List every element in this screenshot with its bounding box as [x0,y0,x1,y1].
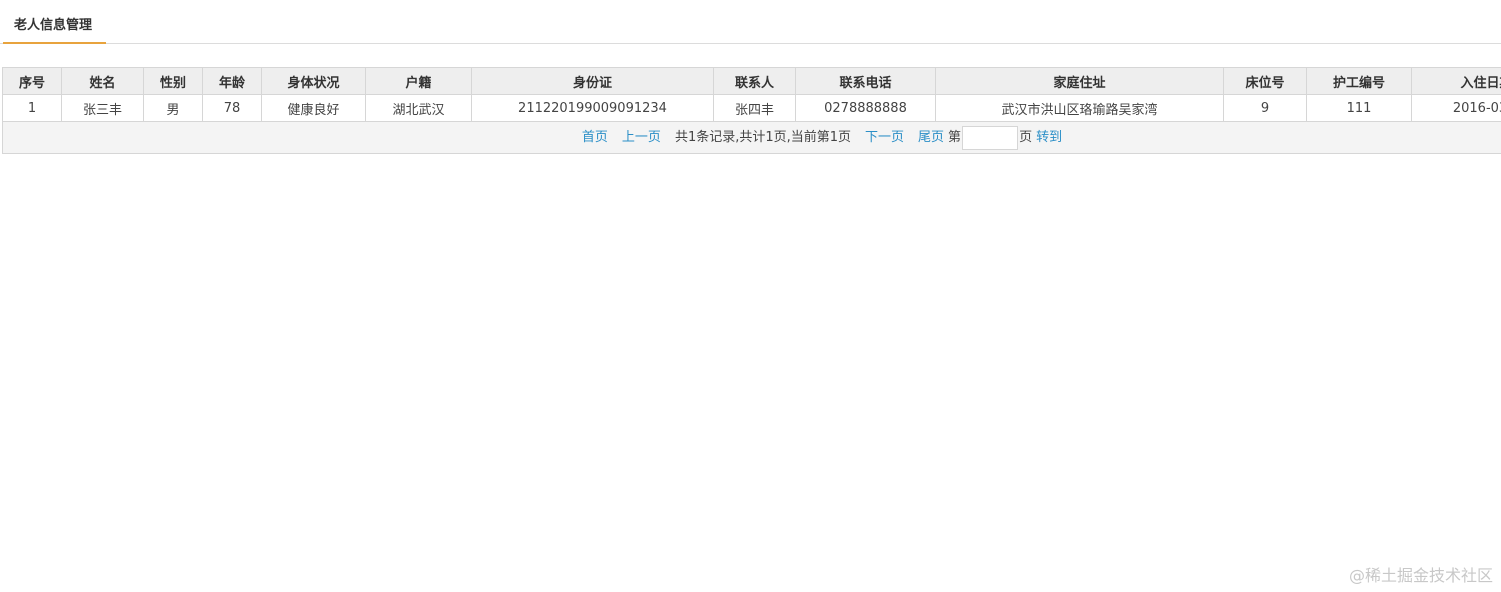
cell-age: 78 [202,94,262,122]
cell-health: 健康良好 [261,94,366,122]
cell-index: 1 [2,94,62,122]
column-header-age: 年龄 [202,67,262,95]
cell-name: 张三丰 [61,94,144,122]
column-header-gender: 性别 [143,67,203,95]
prev-page-link[interactable]: 上一页 [622,130,661,145]
cell-id-card: 211220199009091234 [471,94,714,122]
pager-summary: 共1条记录,共计1页,当前第1页 [674,130,852,145]
column-header-checkin-date: 入住日期 [1411,67,1501,95]
table-row[interactable]: 1 张三丰 男 78 健康良好 湖北武汉 211220199009091234 … [2,94,1501,122]
last-page-link[interactable]: 尾页 [918,130,944,145]
elder-info-table-container: 序号 姓名 性别 年龄 身体状况 户籍 身份证 联系人 联系电话 家庭住址 床位… [2,67,1501,154]
watermark: @稀土掘金技术社区 [1348,566,1493,585]
column-header-name: 姓名 [61,67,144,95]
page-number-input[interactable] [962,125,1019,150]
column-header-health: 身体状况 [261,67,366,95]
cell-home-address: 武汉市洪山区珞瑜路吴家湾 [935,94,1224,122]
cell-contact-phone: 0278888888 [795,94,936,122]
column-header-contact-phone: 联系电话 [795,67,936,95]
page-prefix-label: 第 [948,130,962,145]
column-header-contact: 联系人 [713,67,796,95]
next-page-link[interactable]: 下一页 [865,130,904,145]
goto-page-link[interactable]: 转到 [1036,130,1062,145]
column-header-id-card: 身份证 [471,67,714,95]
column-header-hukou: 户籍 [365,67,472,95]
cell-caregiver-id: 111 [1306,94,1412,122]
first-page-link[interactable]: 首页 [582,130,608,145]
cell-hukou: 湖北武汉 [365,94,472,122]
cell-checkin-date: 2016-03-0 [1411,94,1501,122]
cell-contact: 张四丰 [713,94,796,122]
column-header-home-address: 家庭住址 [935,67,1224,95]
pager-row: 首页 上一页 共1条记录,共计1页,当前第1页 下一页 尾页第 页转到 [2,121,1501,154]
tab-bar: 老人信息管理 [0,0,1501,44]
column-header-caregiver-id: 护工编号 [1306,67,1412,95]
elder-info-table: 序号 姓名 性别 年龄 身体状况 户籍 身份证 联系人 联系电话 家庭住址 床位… [2,67,1501,154]
cell-gender: 男 [143,94,203,122]
table-header-row: 序号 姓名 性别 年龄 身体状况 户籍 身份证 联系人 联系电话 家庭住址 床位… [2,67,1501,95]
tab-elder-info-management[interactable]: 老人信息管理 [3,0,106,44]
column-header-index: 序号 [2,67,62,95]
pager: 首页 上一页 共1条记录,共计1页,当前第1页 下一页 尾页第 页转到 [2,121,1501,154]
cell-bed-number: 9 [1223,94,1307,122]
column-header-bed-number: 床位号 [1223,67,1307,95]
page-suffix-label: 页 [1019,130,1033,145]
